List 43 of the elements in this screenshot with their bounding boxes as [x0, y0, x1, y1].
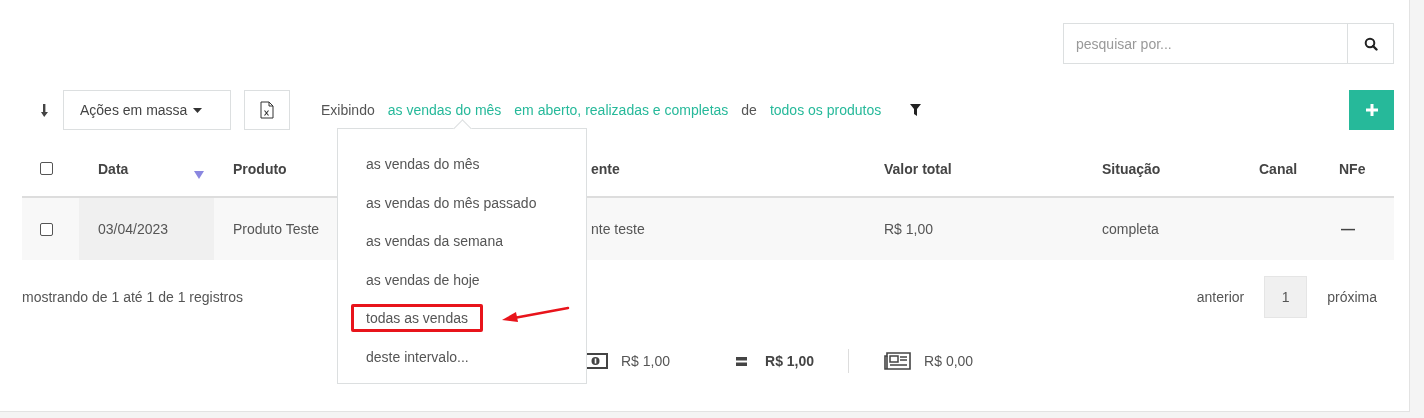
caret-icon	[193, 107, 203, 113]
select-all-checkbox[interactable]	[40, 162, 53, 175]
filter-label: de	[741, 102, 757, 118]
column-header[interactable]: Produto	[233, 141, 341, 196]
table-cell: 03/04/2023	[98, 221, 169, 237]
excel-export-button[interactable]	[244, 90, 290, 130]
menu-item[interactable]: as vendas do mês passado	[351, 188, 552, 217]
column-header[interactable]: Canal	[1259, 141, 1320, 196]
menu-item[interactable]: as vendas da semana	[351, 227, 518, 256]
column-header[interactable]: ente	[591, 141, 699, 196]
sort-down-icon[interactable]	[41, 103, 49, 117]
total-amount: R$ 0,00	[924, 353, 974, 369]
spreadsheet-file-icon	[260, 101, 274, 119]
plus-icon	[1365, 104, 1378, 116]
bulk-actions-button[interactable]: Ações em massa	[63, 90, 231, 130]
menu-item[interactable]: as vendas do mês	[351, 150, 495, 179]
previous-link[interactable]: anterior	[1176, 289, 1265, 305]
table-cell: nte teste	[591, 221, 645, 237]
filter-label: Exibindo	[321, 102, 375, 118]
total-amount: R$ 1,00	[765, 353, 815, 369]
search-box[interactable]: pesquisar por...	[1063, 23, 1394, 64]
column-header[interactable]: Data	[98, 141, 206, 196]
newspaper-icon	[883, 352, 912, 370]
column-header[interactable]: NFe	[1339, 141, 1394, 196]
column-header[interactable]: Situação	[1102, 141, 1210, 196]
next-link[interactable]: próxima	[1307, 289, 1394, 305]
filter-icon[interactable]	[910, 104, 922, 116]
annotation-arrow	[500, 305, 570, 325]
row-checkbox[interactable]	[40, 222, 53, 236]
page-button[interactable]: 1	[1264, 276, 1308, 318]
table-cell: R$ 1,00	[884, 221, 934, 237]
menu-item[interactable]: todas as vendas	[351, 304, 483, 333]
column-header[interactable]: Valor total	[884, 141, 992, 196]
menu-item[interactable]: deste intervalo...	[351, 342, 484, 371]
total-amount: R$ 1,00	[621, 353, 671, 369]
equals-icon	[736, 356, 748, 366]
search-icon	[1363, 36, 1378, 51]
table-cell: Produto Teste	[233, 221, 320, 237]
table-cell: completa	[1102, 221, 1159, 237]
menu-item[interactable]: as vendas de hoje	[351, 265, 495, 294]
sort-indicator-icon	[194, 170, 204, 179]
records-info: mostrando de 1 até 1 de 1 registros	[22, 289, 244, 305]
table-cell: —	[1341, 221, 1355, 237]
